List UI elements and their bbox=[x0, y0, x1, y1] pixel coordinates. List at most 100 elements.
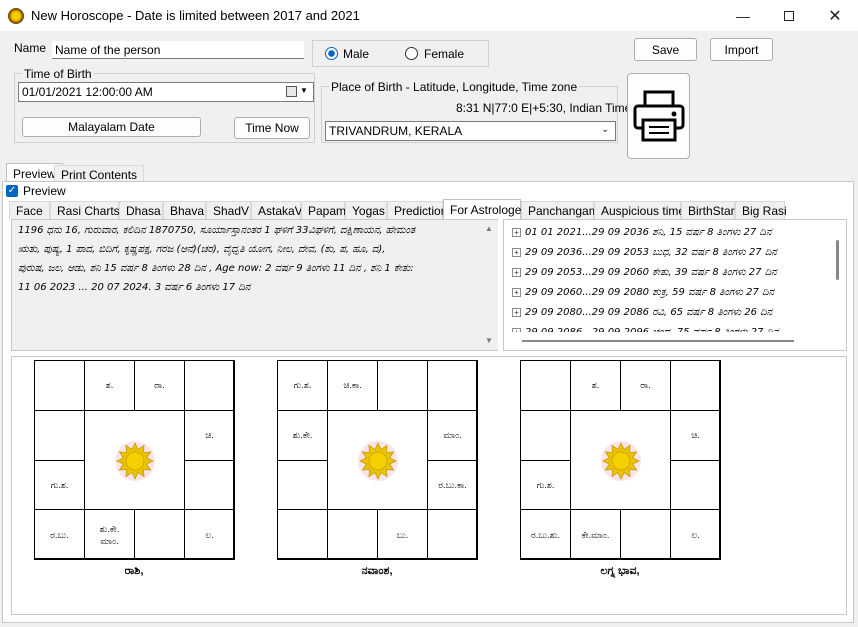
window-title: New Horoscope - Date is limited between … bbox=[31, 8, 360, 23]
birth-datetime-value: 01/01/2021 12:00:00 AM bbox=[22, 85, 153, 99]
chart-house-cell: ಬು. bbox=[377, 509, 428, 560]
preview-checkbox-label: Preview bbox=[23, 184, 66, 198]
expand-icon[interactable]: + bbox=[512, 307, 521, 317]
tab-panchangam[interactable]: Panchangam bbox=[521, 201, 599, 219]
house-planets: ರ.ಬು.ಶು. bbox=[530, 529, 560, 540]
tab-dhasa[interactable]: Dhasa bbox=[119, 201, 163, 219]
chart-house-cell: ಗು.ಶ. bbox=[34, 459, 85, 511]
house-planets: ಶು.ಕೇ. ಮಾಂ. bbox=[99, 523, 120, 546]
close-button[interactable]: ✕ bbox=[812, 0, 858, 31]
house-planets: ರ.ಬು. bbox=[50, 529, 69, 540]
details-panel: 1196 ಧನು 16, ಗುರುವಾರ, ಕಲಿದಿನ 1870750, ಸೂ… bbox=[11, 219, 498, 351]
house-planets: ಶು.ಕೇ. bbox=[292, 430, 313, 441]
details-line: ಪುರುಷ, ಜಲ, ಆಡು, ಶನಿ 15 ವರ್ಷ 8 ತಿಂಗಳು 28 … bbox=[18, 263, 414, 274]
house-planets: ಬು. bbox=[396, 529, 409, 540]
details-line: ಋತು, ಪುಷ್ಯ, 1 ಪಾದ, ಬಿದಿಗೆ, ಕೃಷ್ಣಪಕ್ಷ, ಗರ… bbox=[18, 244, 386, 255]
tree-horizontal-scrollbar[interactable] bbox=[504, 332, 846, 350]
chart-house-cell bbox=[377, 360, 428, 411]
tab-shadv[interactable]: ShadV bbox=[206, 201, 251, 219]
expand-icon[interactable]: + bbox=[512, 227, 521, 237]
chart-house-cell bbox=[670, 459, 721, 511]
tab-papam[interactable]: Papam bbox=[301, 201, 346, 219]
expand-icon[interactable]: + bbox=[512, 267, 521, 277]
time-now-button[interactable]: Time Now bbox=[234, 117, 310, 139]
female-label: Female bbox=[424, 47, 465, 61]
house-planets: ಚಿ.ಕಾ. bbox=[343, 380, 362, 391]
malayalam-date-button[interactable]: Malayalam Date bbox=[22, 117, 201, 137]
scroll-thumb[interactable] bbox=[836, 240, 839, 280]
chart-house-cell bbox=[427, 509, 478, 560]
save-button[interactable]: Save bbox=[634, 38, 697, 61]
tree-row[interactable]: +29 09 2036...29 09 2053 ಬುಧ, 32 ವರ್ಷ 8 … bbox=[512, 242, 777, 262]
details-scrollbar[interactable]: ▲ ▼ bbox=[482, 220, 498, 350]
house-planets: ಗು.ಶ. bbox=[293, 380, 312, 391]
chart-house-cell bbox=[427, 360, 478, 411]
tab-birthstar[interactable]: BirthStar bbox=[681, 201, 735, 219]
house-planets: ಲ. bbox=[691, 529, 700, 540]
title-bar: New Horoscope - Date is limited between … bbox=[0, 0, 858, 31]
chart-house-cell: ಕೇ.ಮಾಂ. bbox=[570, 509, 621, 560]
import-button[interactable]: Import bbox=[710, 38, 773, 61]
calendar-icon[interactable] bbox=[286, 86, 297, 97]
tab-astakav[interactable]: AstakaV bbox=[251, 201, 303, 219]
tab-yogas[interactable]: Yogas bbox=[345, 201, 387, 219]
house-planets: ಮಾಂ. bbox=[443, 430, 462, 441]
expand-icon[interactable]: + bbox=[512, 247, 521, 257]
chart-house-cell bbox=[620, 509, 671, 560]
scroll-up-icon[interactable]: ▲ bbox=[485, 224, 493, 233]
house-planets: ಶ. bbox=[105, 380, 114, 391]
chart-house-cell: ಶ. bbox=[84, 360, 135, 411]
sun-icon bbox=[115, 440, 155, 481]
house-planets: ಶ. bbox=[591, 380, 600, 391]
tab-bhava[interactable]: Bhava bbox=[163, 201, 206, 219]
horoscope-chart: ಶ. ರಾ. ಗು.ಶ. ಚಿ. ರ.ಬು. ಶು.ಕೇ. ಮಾಂ. ಲ. bbox=[34, 360, 235, 560]
sun-icon bbox=[358, 440, 398, 481]
tree-row[interactable]: +29 09 2053...29 09 2060 ಕೇತು, 39 ವರ್ಷ 8… bbox=[512, 262, 777, 282]
male-radio[interactable] bbox=[325, 47, 338, 60]
expand-icon[interactable]: + bbox=[512, 287, 521, 297]
tab-rasi-charts[interactable]: Rasi Charts bbox=[50, 201, 120, 219]
chart-house-cell: ಶು.ಕೇ. bbox=[277, 409, 328, 461]
chart-house-cell bbox=[520, 409, 571, 461]
scroll-down-icon[interactable]: ▼ bbox=[485, 336, 493, 345]
chart-house-cell: ಚಿ.ಕಾ. bbox=[327, 360, 378, 411]
chart-house-cell: ಶ. bbox=[570, 360, 621, 411]
female-radio[interactable] bbox=[405, 47, 418, 60]
details-line: 11 06 2023 ... 20 07 2024. 3 ವರ್ಷ 6 ತಿಂಗ… bbox=[18, 282, 251, 293]
house-planets: ಚಿ. bbox=[691, 430, 700, 441]
tab-big-rasi[interactable]: Big Rasi bbox=[735, 201, 787, 219]
name-label: Name bbox=[14, 41, 47, 55]
chart-house-cell bbox=[520, 360, 571, 411]
preview-checkbox[interactable]: ✓ bbox=[6, 185, 18, 197]
tab-auspicious-time[interactable]: Auspicious time bbox=[594, 201, 685, 219]
tab-prediction[interactable]: Prediction bbox=[387, 201, 447, 219]
house-planets: ರ.ಬು.ಕಾ. bbox=[438, 479, 467, 490]
house-planets: ಗು.ಶ. bbox=[536, 479, 555, 490]
house-planets: ಚಿ. bbox=[205, 430, 214, 441]
maximize-button[interactable] bbox=[766, 0, 812, 31]
sun-icon bbox=[601, 440, 641, 481]
tree-row[interactable]: +29 09 2080...29 09 2086 ರವಿ, 65 ವರ್ಷ 8 … bbox=[512, 302, 772, 322]
minimize-button[interactable]: — bbox=[720, 0, 766, 31]
male-label: Male bbox=[343, 47, 370, 61]
tree-row[interactable]: +29 09 2060...29 09 2080 ಶುಕ್ರ, 59 ವರ್ಷ … bbox=[512, 282, 774, 302]
name-input[interactable]: Name of the person bbox=[52, 41, 304, 59]
dasha-tree-panel: +01 01 2021...29 09 2036 ಶನಿ, 15 ವರ್ಷ 8 … bbox=[503, 219, 847, 351]
inner-tab-strip: Face Rasi Charts Dhasa Bhava ShadV Astak… bbox=[9, 199, 849, 220]
chart-house-cell: ಲ. bbox=[670, 509, 721, 560]
tree-row[interactable]: +01 01 2021...29 09 2036 ಶನಿ, 15 ವರ್ಷ 8 … bbox=[512, 222, 772, 242]
chart-house-cell bbox=[277, 459, 328, 511]
outer-tab-strip: Preview Print Contents bbox=[4, 163, 854, 183]
birth-datetime-picker[interactable]: 01/01/2021 12:00:00 AM bbox=[18, 82, 314, 102]
tab-face[interactable]: Face bbox=[9, 201, 50, 219]
chart-house-cell: ರಾ. bbox=[620, 360, 671, 411]
chevron-down-icon[interactable]: ▼ bbox=[300, 86, 308, 95]
chart-house-cell bbox=[277, 509, 328, 560]
tree-vertical-scrollbar[interactable] bbox=[829, 220, 846, 332]
tab-for-astrologer[interactable]: For Astrologer bbox=[443, 199, 525, 219]
chevron-down-icon[interactable]: ⌄ bbox=[601, 124, 609, 135]
print-button[interactable] bbox=[627, 73, 690, 159]
chart-house-cell bbox=[34, 360, 85, 411]
place-select[interactable]: TRIVANDRUM, KERALA bbox=[325, 121, 616, 141]
scroll-thumb[interactable] bbox=[522, 340, 794, 342]
